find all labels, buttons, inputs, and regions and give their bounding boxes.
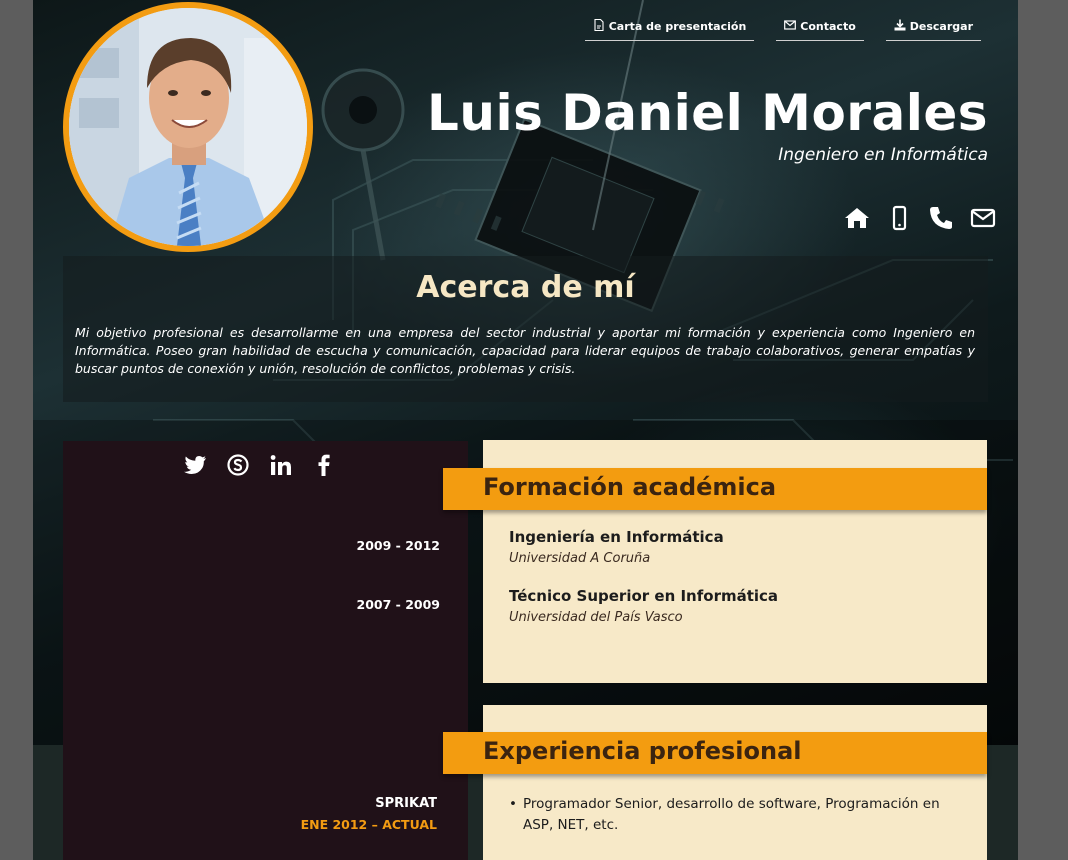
about-section: Acerca de mí Mi objetivo profesional es … [63, 256, 988, 402]
contact-link[interactable]: Contacto [776, 16, 864, 41]
school-name: Universidad A Coruña [509, 551, 651, 566]
degree-title: Ingeniería en Informática [509, 528, 724, 546]
person-name: Luis Daniel Morales [426, 84, 988, 142]
pdf-file-icon [593, 18, 605, 34]
social-links [183, 453, 336, 477]
bullet-dot: • [509, 796, 517, 812]
phone-icon[interactable] [928, 205, 954, 231]
education-date: 2009 - 2012 [356, 538, 440, 553]
home-icon[interactable] [844, 205, 870, 231]
experience-banner: Experiencia profesional [443, 732, 987, 774]
education-title: Formación académica [483, 473, 777, 501]
download-icon [894, 19, 906, 34]
profile-photo [63, 2, 313, 252]
top-nav: Carta de presentación Contacto Descargar [584, 16, 981, 41]
cover-letter-link[interactable]: Carta de presentación [584, 16, 755, 41]
education-banner: Formación académica [443, 468, 987, 510]
contact-label: Contacto [800, 20, 856, 33]
job-description-text: Programador Senior, desarrollo de softwa… [523, 796, 940, 833]
linkedin-icon[interactable] [269, 453, 293, 477]
envelope-icon[interactable] [970, 205, 996, 231]
mobile-icon[interactable] [886, 205, 912, 231]
degree-title: Técnico Superior en Informática [509, 587, 779, 605]
download-link[interactable]: Descargar [885, 16, 981, 41]
facebook-icon[interactable] [312, 453, 336, 477]
job-title: Ingeniero en Informática [778, 145, 988, 165]
experience-title: Experiencia profesional [483, 737, 802, 765]
about-title: Acerca de mí [416, 270, 635, 305]
envelope-icon [784, 19, 797, 34]
job-period: ENE 2012 – ACTUAL [300, 817, 437, 832]
twitter-icon[interactable] [183, 453, 207, 477]
education-date: 2007 - 2009 [356, 597, 440, 612]
experience-card [483, 705, 987, 860]
about-text: Mi objetivo profesional es desarrollarme… [75, 325, 975, 376]
contact-icons [844, 205, 996, 231]
school-name: Universidad del País Vasco [509, 610, 683, 625]
cover-letter-label: Carta de presentación [608, 20, 747, 33]
skype-icon[interactable] [226, 453, 250, 477]
job-description: • Programador Senior, desarrollo de soft… [509, 794, 949, 836]
company-name: SPRIKAT [375, 796, 437, 811]
download-label: Descargar [909, 20, 973, 33]
